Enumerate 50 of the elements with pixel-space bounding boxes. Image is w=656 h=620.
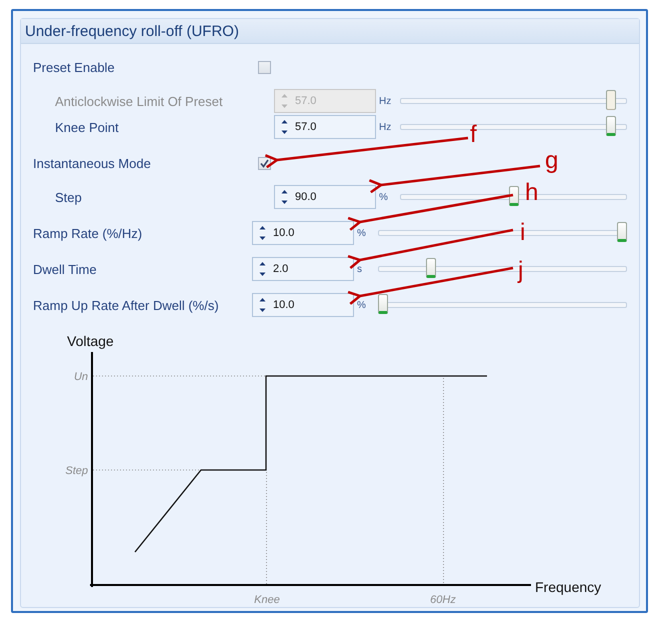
- number-field[interactable]: 57.0: [274, 115, 376, 139]
- callout-letter: i: [520, 219, 526, 246]
- unit-label: Hz: [378, 96, 392, 106]
- axis-mark-label: 60Hz: [430, 594, 456, 606]
- field-label: Preset Enable: [33, 60, 116, 74]
- axis-mark-label: Un: [74, 371, 88, 383]
- callout-letter: g: [545, 147, 558, 174]
- field-label: Dwell Time: [33, 262, 98, 276]
- field-value[interactable]: 2.0: [273, 263, 288, 275]
- callout-letter: h: [525, 179, 538, 206]
- number-field[interactable]: 2.0: [252, 257, 354, 281]
- axis-label: Voltage: [67, 333, 114, 349]
- number-field[interactable]: 10.0: [252, 293, 354, 317]
- slider[interactable]: [378, 294, 627, 316]
- number-field[interactable]: 10.0: [252, 221, 354, 245]
- slider-thumb[interactable]: [508, 186, 518, 206]
- spin-arrows-icon[interactable]: [259, 225, 266, 241]
- axis-label: Frequency: [535, 579, 602, 595]
- spin-arrows-icon[interactable]: [281, 189, 288, 205]
- field-label: Step: [55, 190, 83, 204]
- spin-arrows-icon[interactable]: [259, 297, 266, 313]
- field-label: Ramp Up Rate After Dwell (%/s): [33, 298, 220, 312]
- field-value[interactable]: 10.0: [273, 299, 294, 311]
- axis-mark-label: Step: [65, 465, 88, 477]
- callout-letter: f: [470, 121, 477, 148]
- field-label: Anticlockwise Limit Of Preset: [55, 94, 224, 108]
- field-label: Instantaneous Mode: [33, 156, 152, 170]
- unit-label: s: [356, 264, 363, 274]
- unit-label: %: [378, 192, 389, 202]
- field-value[interactable]: 57.0: [295, 121, 316, 133]
- slider-thumb[interactable]: [606, 116, 616, 136]
- axis-mark-label: Knee: [254, 594, 280, 606]
- slider-thumb[interactable]: [617, 222, 627, 242]
- unit-label: %: [356, 300, 367, 310]
- checkbox[interactable]: [258, 60, 271, 74]
- number-field[interactable]: 90.0: [274, 185, 376, 209]
- unit-label: Hz: [378, 122, 392, 132]
- panel-title: Under-frequency roll-off (UFRO): [25, 22, 239, 40]
- slider[interactable]: [400, 90, 627, 112]
- field-value[interactable]: 10.0: [273, 227, 294, 239]
- slider[interactable]: [378, 222, 627, 244]
- slider-thumb[interactable]: [426, 258, 436, 278]
- field-label: Ramp Rate (%/Hz): [33, 226, 144, 240]
- spin-arrows-icon[interactable]: [281, 119, 288, 135]
- spin-arrows-icon[interactable]: [259, 261, 266, 277]
- callout-letter: j: [518, 257, 524, 284]
- slider-thumb[interactable]: [378, 294, 388, 314]
- field-value[interactable]: 90.0: [295, 191, 316, 203]
- unit-label: %: [356, 228, 367, 238]
- field-label: Knee Point: [55, 120, 120, 134]
